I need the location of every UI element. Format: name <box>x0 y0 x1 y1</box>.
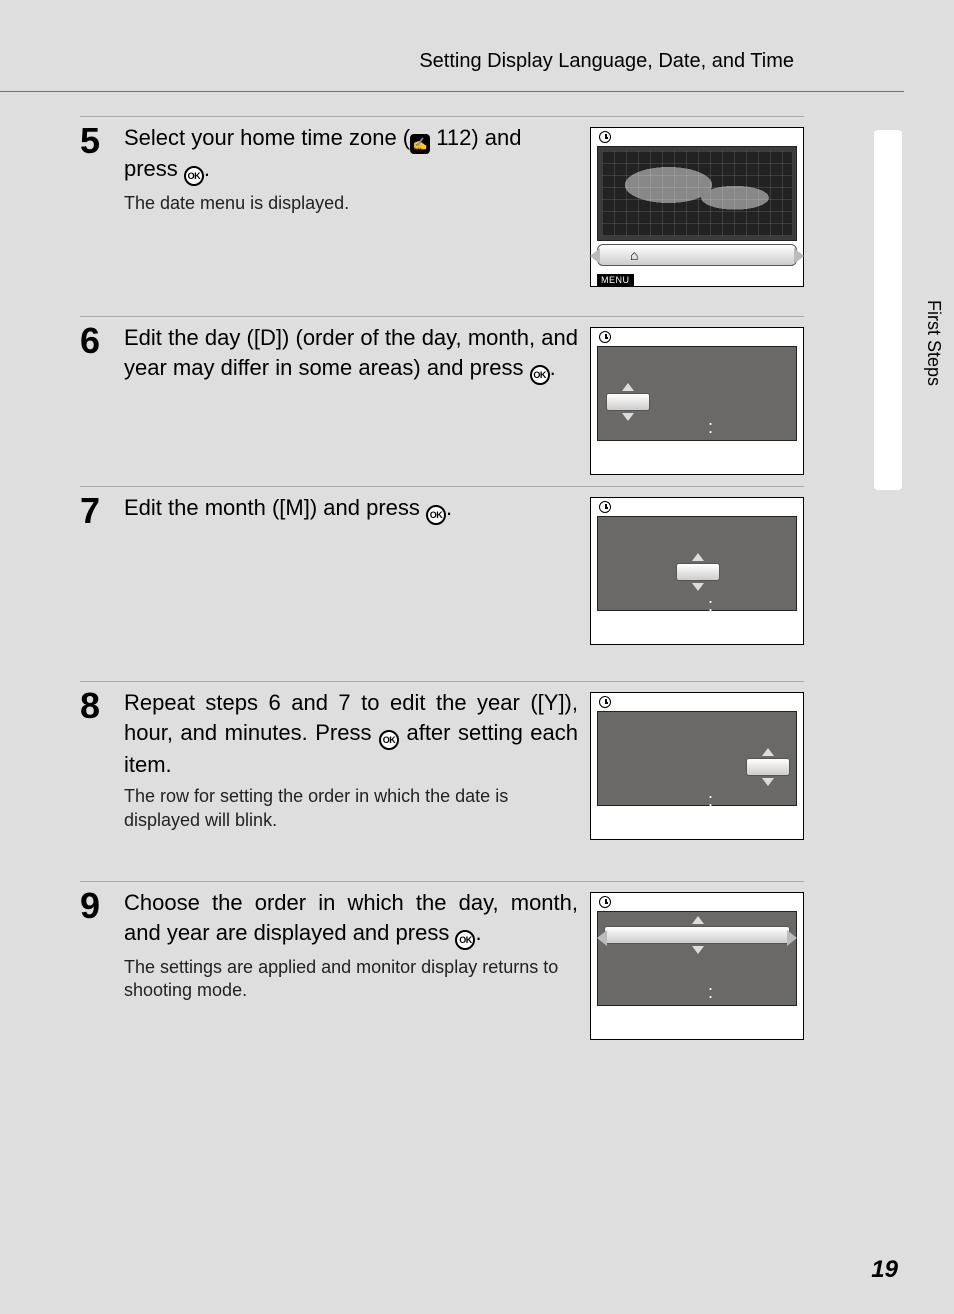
screenshot-timezone: ⌂ MENU <box>590 127 804 287</box>
ok-icon: OK <box>379 730 399 750</box>
home-bar: ⌂ <box>597 244 797 266</box>
world-map-panel <box>597 146 797 241</box>
step-9: 9 Choose the order in which the day, mon… <box>80 881 804 1071</box>
step-number: 7 <box>80 493 124 671</box>
world-map <box>602 151 792 236</box>
dots: : <box>708 982 713 1003</box>
step-6: 6 Edit the day ([D]) (order of the day, … <box>80 316 804 486</box>
editor-panel: : <box>597 711 797 806</box>
chevron-left-icon <box>590 248 600 264</box>
arrow-up-icon <box>762 748 774 756</box>
side-tab <box>874 130 902 490</box>
editor-panel: : <box>597 911 797 1006</box>
arrow-down-icon <box>692 946 704 954</box>
section-label: First Steps <box>923 300 944 386</box>
text: . <box>204 156 210 181</box>
editor-panel: : <box>597 516 797 611</box>
steps-container: 5 Select your home time zone (✍ 112) and… <box>0 116 904 1071</box>
arrow-down-icon <box>622 413 634 421</box>
page-number: 19 <box>871 1256 898 1284</box>
step-heading: Choose the order in which the day, month… <box>124 888 578 950</box>
dots: : <box>708 595 713 616</box>
step-heading: Edit the day ([D]) (order of the day, mo… <box>124 323 578 385</box>
ok-icon: OK <box>530 365 550 385</box>
arrow-up-icon <box>692 916 704 924</box>
screenshot-order: : <box>590 892 804 1040</box>
arrow-up-icon <box>622 383 634 391</box>
arrow-up-icon <box>692 553 704 561</box>
month-selector <box>676 563 720 581</box>
ok-icon: OK <box>426 505 446 525</box>
step-body: Edit the day ([D]) (order of the day, mo… <box>124 323 590 476</box>
step-body: Choose the order in which the day, month… <box>124 888 590 1061</box>
clock-icon <box>599 896 611 908</box>
text: Choose the order in which the day, month… <box>124 890 578 945</box>
text: Edit the day ([D]) (order of the day, mo… <box>124 325 578 380</box>
step-subtext: The date menu is displayed. <box>124 192 578 215</box>
screenshot-month: : <box>590 497 804 645</box>
step-number: 9 <box>80 888 124 1061</box>
manual-page: Setting Display Language, Date, and Time… <box>0 0 954 1314</box>
selection-bar: ⌂ <box>597 244 797 266</box>
step-body: Select your home time zone (✍ 112) and p… <box>124 123 590 306</box>
step-number: 8 <box>80 688 124 871</box>
clock-icon <box>599 331 611 343</box>
ok-icon: OK <box>455 930 475 950</box>
dots: : <box>708 417 713 438</box>
page-header: Setting Display Language, Date, and Time <box>0 50 904 91</box>
year-selector <box>746 758 790 776</box>
step-body: Edit the month ([M]) and press OK. <box>124 493 590 671</box>
step-subtext: The row for setting the order in which t… <box>124 785 578 832</box>
arrow-down-icon <box>762 778 774 786</box>
menu-label: MENU <box>597 274 634 286</box>
step-heading: Repeat steps 6 and 7 to edit the year ([… <box>124 688 578 779</box>
text: . <box>446 495 452 520</box>
step-8: 8 Repeat steps 6 and 7 to edit the year … <box>80 681 804 881</box>
clock-icon <box>599 131 611 143</box>
header-rule <box>0 91 904 92</box>
editor-panel: : <box>597 346 797 441</box>
dots: : <box>708 790 713 811</box>
clock-icon <box>599 501 611 513</box>
chevron-right-icon <box>787 930 797 946</box>
order-selector <box>604 926 790 944</box>
day-selector <box>606 393 650 411</box>
step-number: 5 <box>80 123 124 306</box>
text: . <box>475 920 481 945</box>
step-heading: Edit the month ([M]) and press OK. <box>124 493 578 525</box>
home-icon: ⌂ <box>630 247 638 263</box>
text: Edit the month ([M]) and press <box>124 495 426 520</box>
step-heading: Select your home time zone (✍ 112) and p… <box>124 123 578 186</box>
step-body: Repeat steps 6 and 7 to edit the year ([… <box>124 688 590 871</box>
ok-icon: OK <box>184 166 204 186</box>
step-subtext: The settings are applied and monitor dis… <box>124 956 578 1003</box>
arrow-down-icon <box>692 583 704 591</box>
reference-icon: ✍ <box>410 134 430 154</box>
screenshot-year: : <box>590 692 804 840</box>
step-7: 7 Edit the month ([M]) and press OK. : <box>80 486 804 681</box>
text: Select your home time zone ( <box>124 125 410 150</box>
text: . <box>550 355 556 380</box>
clock-icon <box>599 696 611 708</box>
chevron-left-icon <box>597 930 607 946</box>
step-5: 5 Select your home time zone (✍ 112) and… <box>80 116 804 316</box>
chevron-right-icon <box>794 248 804 264</box>
screenshot-day: : <box>590 327 804 475</box>
step-number: 6 <box>80 323 124 476</box>
